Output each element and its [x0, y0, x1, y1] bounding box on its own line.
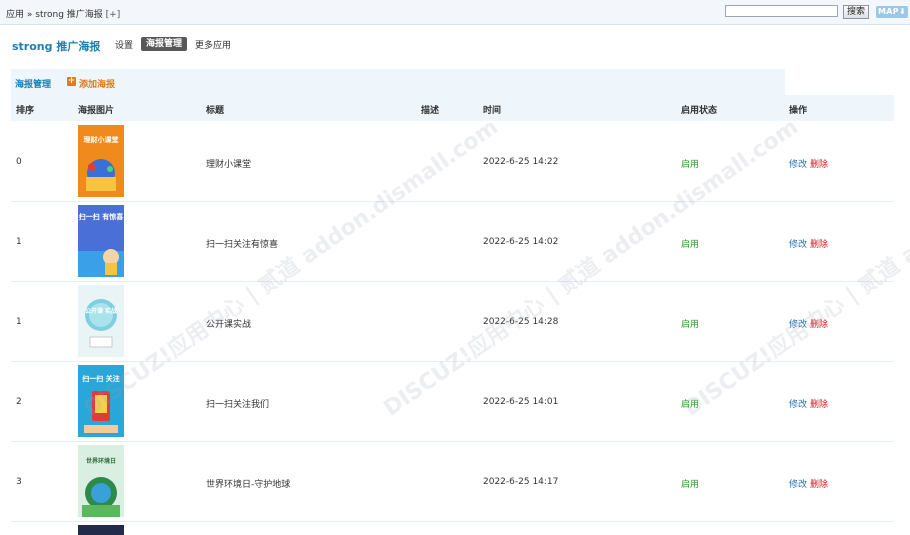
- map-label: MAP: [878, 7, 899, 16]
- row-title: 公开课实战: [206, 320, 252, 330]
- poster-image: 公开课 实战: [78, 285, 124, 357]
- row-time: 2022-6-25 14:22: [483, 157, 559, 167]
- row-status[interactable]: 启用: [681, 477, 699, 490]
- col-order: 排序: [16, 106, 35, 116]
- col-title: 标题: [206, 106, 225, 116]
- add-poster-link[interactable]: 添加海报: [79, 77, 115, 90]
- table-row: 2 扫一扫 关注 扫一扫关注我们 2022-6-25 14:01 启用 修改 删…: [11, 361, 894, 442]
- table-row: 1 扫一扫 有惊喜 扫一扫关注有惊喜 2022-6-25 14:02 启用 修改…: [11, 201, 894, 282]
- row-status[interactable]: 启用: [681, 317, 699, 330]
- breadcrumb-separator: »: [26, 10, 33, 20]
- breadcrumb-add-shortcut[interactable]: [+]: [106, 10, 121, 20]
- col-time: 时间: [483, 106, 502, 116]
- row-order: 2: [16, 397, 22, 407]
- top-bar: 应用 » strong 推广海报 [+] 搜索 MAP⬇: [0, 0, 910, 25]
- poster-image: 理财小课堂: [78, 125, 124, 197]
- poster-image-partial: [78, 525, 124, 535]
- arrow-down-icon: ⬇: [898, 7, 906, 16]
- poster-image: 世界环境日: [78, 445, 124, 517]
- edit-link[interactable]: 修改: [789, 477, 807, 490]
- row-title: 扫一扫关注有惊喜: [206, 240, 279, 250]
- edit-link[interactable]: 修改: [789, 157, 807, 170]
- row-time: 2022-6-25 14:28: [483, 317, 559, 327]
- row-time: 2022-6-25 14:02: [483, 237, 559, 247]
- nav-more-apps[interactable]: 更多应用: [195, 38, 231, 51]
- col-actions: 操作: [789, 106, 808, 116]
- plugin-title: strong 推广海报: [12, 40, 101, 53]
- table-row: 3 世界环境日 世界环境日-守护地球 2022-6-25 14:17 启用 修改…: [11, 441, 894, 522]
- poster-caption: 扫一扫 关注: [82, 374, 119, 383]
- delete-link[interactable]: 删除: [810, 477, 828, 490]
- breadcrumb-current: strong 推广海报: [35, 10, 103, 20]
- delete-link[interactable]: 删除: [810, 157, 828, 170]
- breadcrumb-app[interactable]: 应用: [6, 10, 24, 20]
- row-time: 2022-6-25 14:17: [483, 477, 559, 487]
- poster-caption: 世界环境日: [86, 457, 116, 465]
- edit-link[interactable]: 修改: [789, 237, 807, 250]
- poster-image: 扫一扫 有惊喜: [78, 205, 124, 277]
- search-button[interactable]: 搜索: [843, 5, 869, 19]
- nav-poster-manage[interactable]: 海报管理: [141, 37, 187, 51]
- table-row: 1 公开课 实战 公开课实战 2022-6-25 14:28 启用 修改 删除: [11, 281, 894, 362]
- sub-manage-title: 海报管理: [15, 80, 52, 90]
- breadcrumb: 应用 » strong 推广海报 [+]: [6, 7, 120, 20]
- map-button[interactable]: MAP⬇: [876, 6, 908, 18]
- row-title: 理财小课堂: [206, 160, 252, 170]
- sub-toolbar: [11, 69, 785, 95]
- col-description: 描述: [421, 106, 440, 116]
- row-order: 1: [16, 237, 22, 247]
- edit-link[interactable]: 修改: [789, 397, 807, 410]
- row-title: 世界环境日-守护地球: [206, 480, 291, 490]
- delete-link[interactable]: 删除: [810, 237, 828, 250]
- poster-caption: 扫一扫 有惊喜: [79, 212, 123, 221]
- row-status[interactable]: 启用: [681, 397, 699, 410]
- table-header: [11, 95, 894, 121]
- delete-link[interactable]: 删除: [810, 397, 828, 410]
- row-status[interactable]: 启用: [681, 157, 699, 170]
- poster-caption: 公开课 实战: [85, 307, 117, 315]
- col-poster-image: 海报图片: [78, 106, 115, 116]
- poster-caption: 理财小课堂: [84, 135, 119, 144]
- poster-image: 扫一扫 关注: [78, 365, 124, 437]
- nav-settings[interactable]: 设置: [115, 38, 133, 51]
- row-time: 2022-6-25 14:01: [483, 397, 559, 407]
- add-icon[interactable]: +: [67, 77, 76, 86]
- row-order: 1: [16, 317, 22, 327]
- row-order: 0: [16, 157, 22, 167]
- delete-link[interactable]: 删除: [810, 317, 828, 330]
- row-order: 3: [16, 477, 22, 487]
- col-status: 启用状态: [681, 106, 718, 116]
- search-input[interactable]: [725, 5, 838, 17]
- table-row: 0 理财小课堂 理财小课堂 2022-6-25 14:22 启用 修改 删除: [11, 121, 894, 202]
- edit-link[interactable]: 修改: [789, 317, 807, 330]
- row-title: 扫一扫关注我们: [206, 400, 270, 410]
- row-status[interactable]: 启用: [681, 237, 699, 250]
